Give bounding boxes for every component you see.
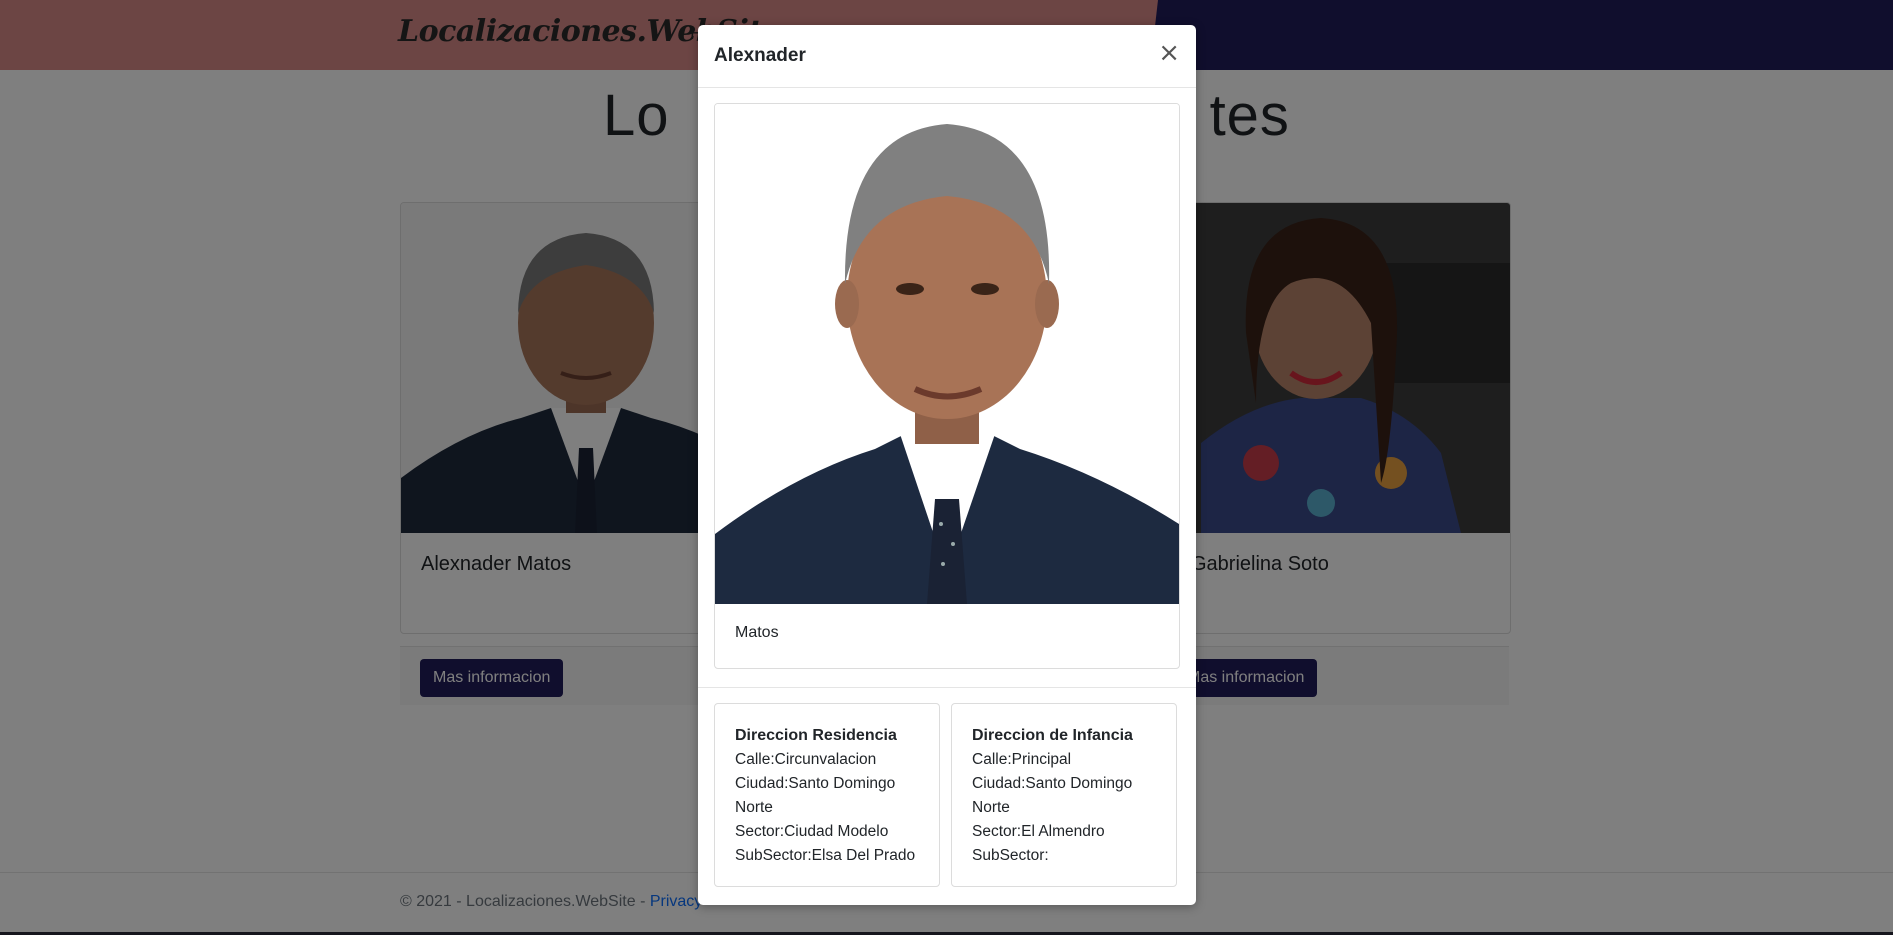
address-heading: Direccion Residencia: [735, 727, 897, 744]
modal-title: Alexnader: [714, 45, 806, 66]
address-heading: Direccion de Infancia: [972, 727, 1133, 744]
profile-modal: Alexnader × Matos Direccion Residencia C…: [698, 25, 1196, 905]
address-subsector: SubSector:Elsa Del Prado: [735, 847, 916, 864]
address-subsector: SubSector:: [972, 847, 1049, 864]
address-street: Calle:Principal: [972, 751, 1072, 768]
address-sector: Sector:Ciudad Modelo: [735, 823, 889, 840]
close-icon[interactable]: ×: [1158, 39, 1180, 67]
modal-body: Matos: [698, 87, 1196, 688]
address-sector: Sector:El Almendro: [972, 823, 1105, 840]
address-city: Ciudad:Santo Domingo Norte: [735, 775, 896, 816]
modal-last-name: Matos: [735, 624, 779, 641]
address-city: Ciudad:Santo Domingo Norte: [972, 775, 1133, 816]
modal-header: Alexnader ×: [698, 25, 1196, 88]
address-card-infancia: Direccion de Infancia Calle:Principal Ci…: [951, 703, 1177, 887]
address-card-residencia: Direccion Residencia Calle:Circunvalacio…: [714, 703, 940, 887]
modal-profile-card: Matos: [714, 103, 1180, 669]
address-street: Calle:Circunvalacion: [735, 751, 877, 768]
modal-profile-photo: [715, 104, 1179, 604]
